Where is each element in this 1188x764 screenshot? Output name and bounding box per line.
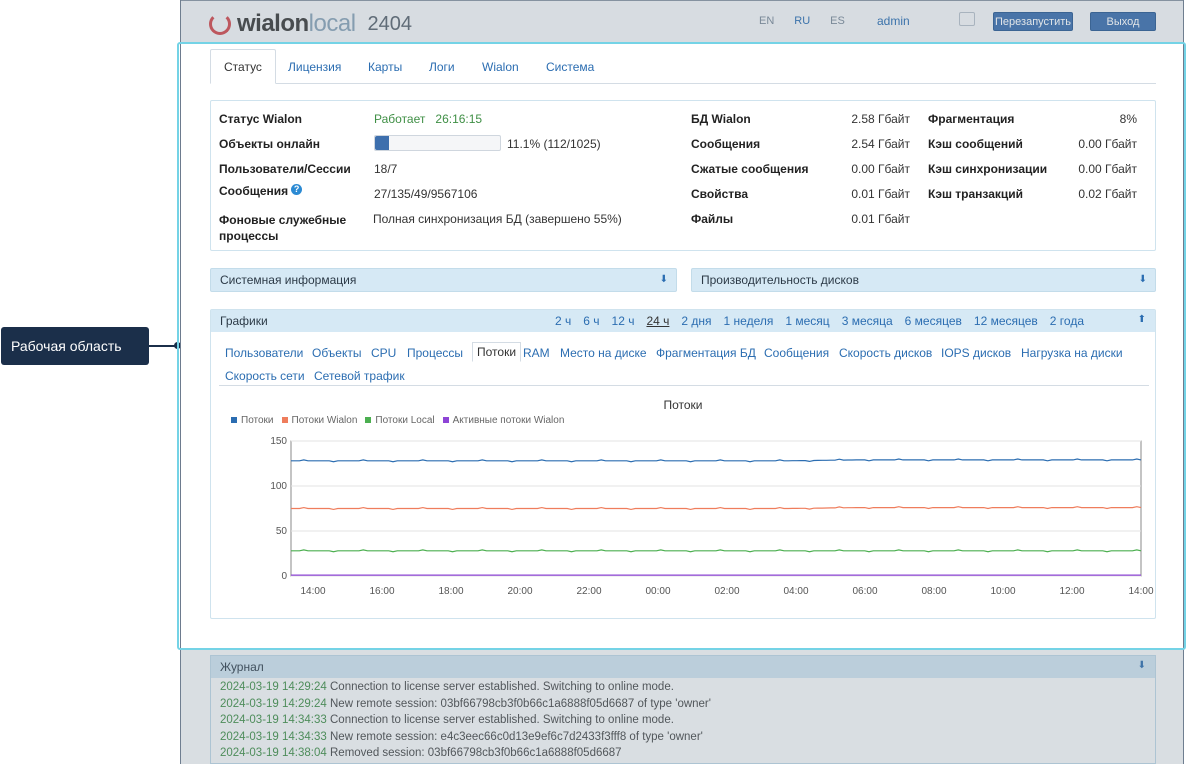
message-icon[interactable] — [959, 12, 975, 26]
exit-button[interactable]: Выход — [1090, 12, 1156, 31]
lang-es[interactable]: ES — [830, 15, 845, 27]
chevron-down-icon[interactable]: ⬇︎ — [1138, 660, 1146, 671]
lang-ru[interactable]: RU — [794, 15, 810, 27]
header: wialonlocal 2404 EN RU ES admin Перезапу… — [181, 0, 1183, 42]
lang-en[interactable]: EN — [759, 15, 774, 27]
journal-line: 2024-03-19 14:34:33 New remote session: … — [220, 731, 703, 743]
wialon-logo-icon — [209, 13, 231, 35]
work-area-highlight — [177, 42, 1186, 650]
callout-text: Рабочая область — [11, 338, 122, 354]
journal-title: Журнал — [220, 660, 264, 674]
user-link[interactable]: admin — [877, 14, 910, 28]
work-area-callout: Рабочая область — [1, 327, 149, 365]
version-label: 2404 — [367, 12, 413, 35]
journal-line: 2024-03-19 14:29:24 New remote session: … — [220, 698, 711, 710]
journal-panel: Журнал ⬇︎ 2024-03-19 14:29:24 Connection… — [210, 655, 1156, 764]
journal-line: 2024-03-19 14:38:04 Removed session: 03b… — [220, 747, 622, 759]
language-switcher: EN RU ES — [759, 15, 845, 27]
callout-pointer — [149, 345, 177, 347]
journal-header[interactable]: Журнал ⬇︎ — [211, 656, 1155, 678]
journal-line: 2024-03-19 14:29:24 Connection to licens… — [220, 681, 674, 693]
logo: wialonlocal 2404 — [209, 10, 412, 38]
restart-button[interactable]: Перезапустить — [993, 12, 1073, 31]
logo-text: wialonlocal — [237, 10, 356, 37]
journal-line: 2024-03-19 14:34:33 Connection to licens… — [220, 714, 674, 726]
